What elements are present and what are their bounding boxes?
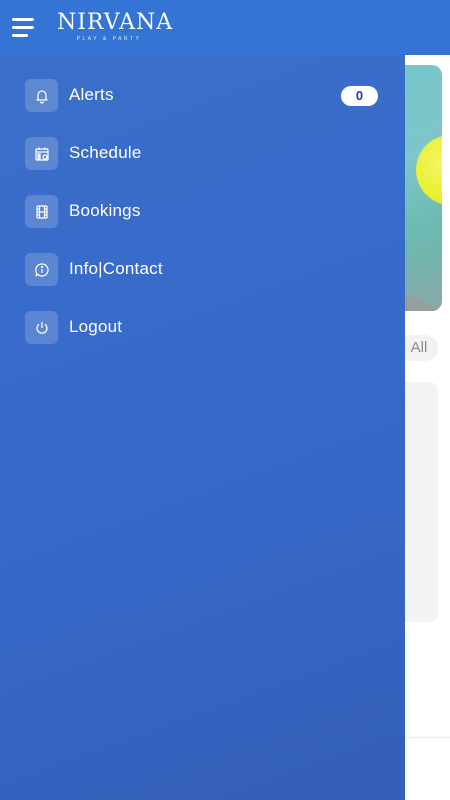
alerts-count-badge: 0 (341, 86, 378, 106)
menu-label-schedule: Schedule (69, 143, 142, 162)
menu-label-alerts: Alerts (69, 85, 114, 104)
menu-item-info-contact[interactable]: Info|Contact (25, 253, 380, 287)
menu-item-logout[interactable]: Logout (25, 311, 380, 345)
calendar-icon (25, 137, 58, 170)
menu-label-logout: Logout (69, 317, 123, 336)
menu-item-alerts[interactable]: Alerts 0 (25, 79, 380, 113)
app-bar: NIRVANA PLAY & PARTY (0, 0, 450, 55)
menu-label-bookings: Bookings (69, 201, 141, 220)
menu-item-schedule[interactable]: Schedule (25, 137, 380, 171)
filter-all-chip[interactable]: All (400, 335, 438, 361)
logo-title: NIRVANA (57, 10, 174, 35)
menu-icon[interactable] (12, 18, 36, 38)
power-icon (25, 311, 58, 344)
app-logo: NIRVANA PLAY & PARTY (57, 9, 174, 51)
ball-image (416, 135, 442, 205)
film-icon (25, 195, 58, 228)
chat-info-icon (25, 253, 58, 286)
menu-label-info-contact: Info|Contact (69, 259, 163, 278)
menu-item-bookings[interactable]: Bookings (25, 195, 380, 229)
navigation-drawer: Alerts 0 Schedule Bookings Info|Contact … (0, 55, 405, 800)
bell-icon (25, 79, 58, 112)
